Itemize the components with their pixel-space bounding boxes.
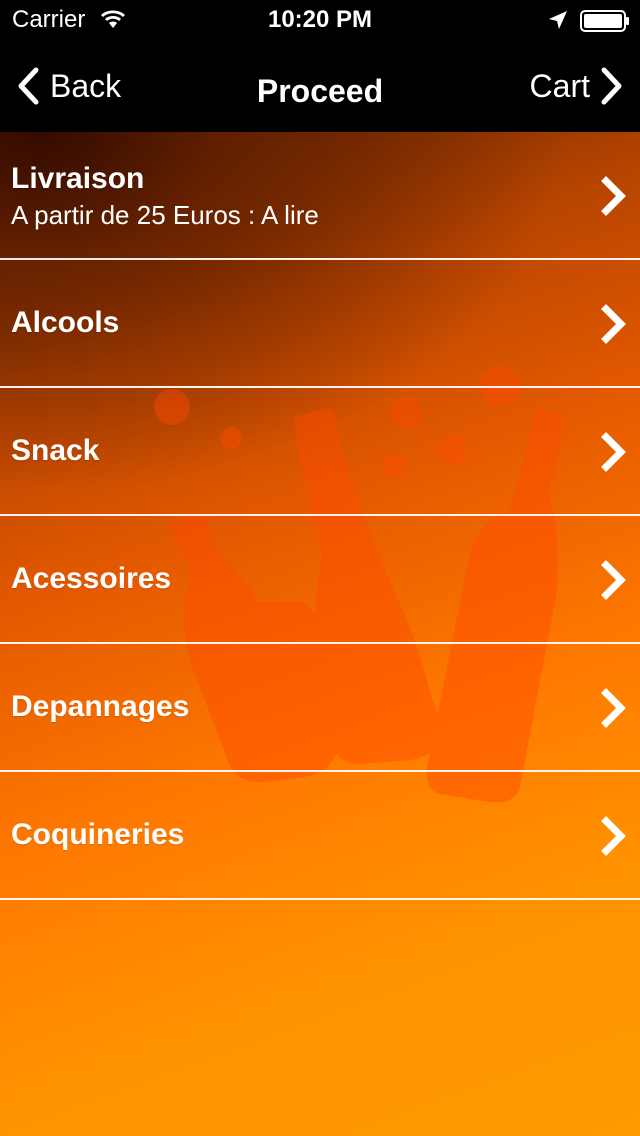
list-item-title: Acessoires [11, 562, 172, 595]
list-item-coquineries[interactable]: Coquineries [0, 772, 640, 900]
list-item-title: Livraison [11, 162, 145, 195]
cart-button-label: Cart [529, 67, 590, 104]
status-time: 10:20 PM [267, 6, 373, 33]
location-arrow-icon [549, 11, 567, 29]
list-item-depannages[interactable]: Depannages [0, 644, 640, 772]
cart-button[interactable]: Cart [530, 40, 624, 132]
list-item-title: Alcools [11, 306, 120, 339]
list-item-livraison[interactable]: Livraison A partir de 25 Euros : A lire [0, 132, 640, 260]
chevron-right-icon [601, 560, 626, 600]
category-list: Livraison A partir de 25 Euros : A lire … [0, 132, 640, 900]
chevron-right-icon [601, 816, 626, 856]
list-item-title: Coquineries [11, 818, 185, 851]
chevron-right-icon [601, 688, 626, 728]
list-item-title: Snack [11, 434, 100, 467]
list-item-subtitle: A partir de 25 Euros : A lire [11, 200, 319, 230]
app-screen: Carrier 10:20 PM Back Proceed Cart Livra… [0, 0, 640, 1136]
status-bar: Carrier 10:20 PM [0, 0, 640, 40]
list-item-acessoires[interactable]: Acessoires [0, 516, 640, 644]
list-item-alcools[interactable]: Alcools [0, 260, 640, 388]
list-item-snack[interactable]: Snack [0, 388, 640, 516]
chevron-right-icon [601, 304, 626, 344]
chevron-right-icon [601, 176, 626, 216]
chevron-right-icon [601, 67, 622, 105]
battery-icon [580, 10, 629, 32]
chevron-right-icon [601, 432, 626, 472]
list-item-title: Depannages [11, 690, 190, 723]
navigation-bar: Back Proceed Cart [0, 40, 640, 132]
